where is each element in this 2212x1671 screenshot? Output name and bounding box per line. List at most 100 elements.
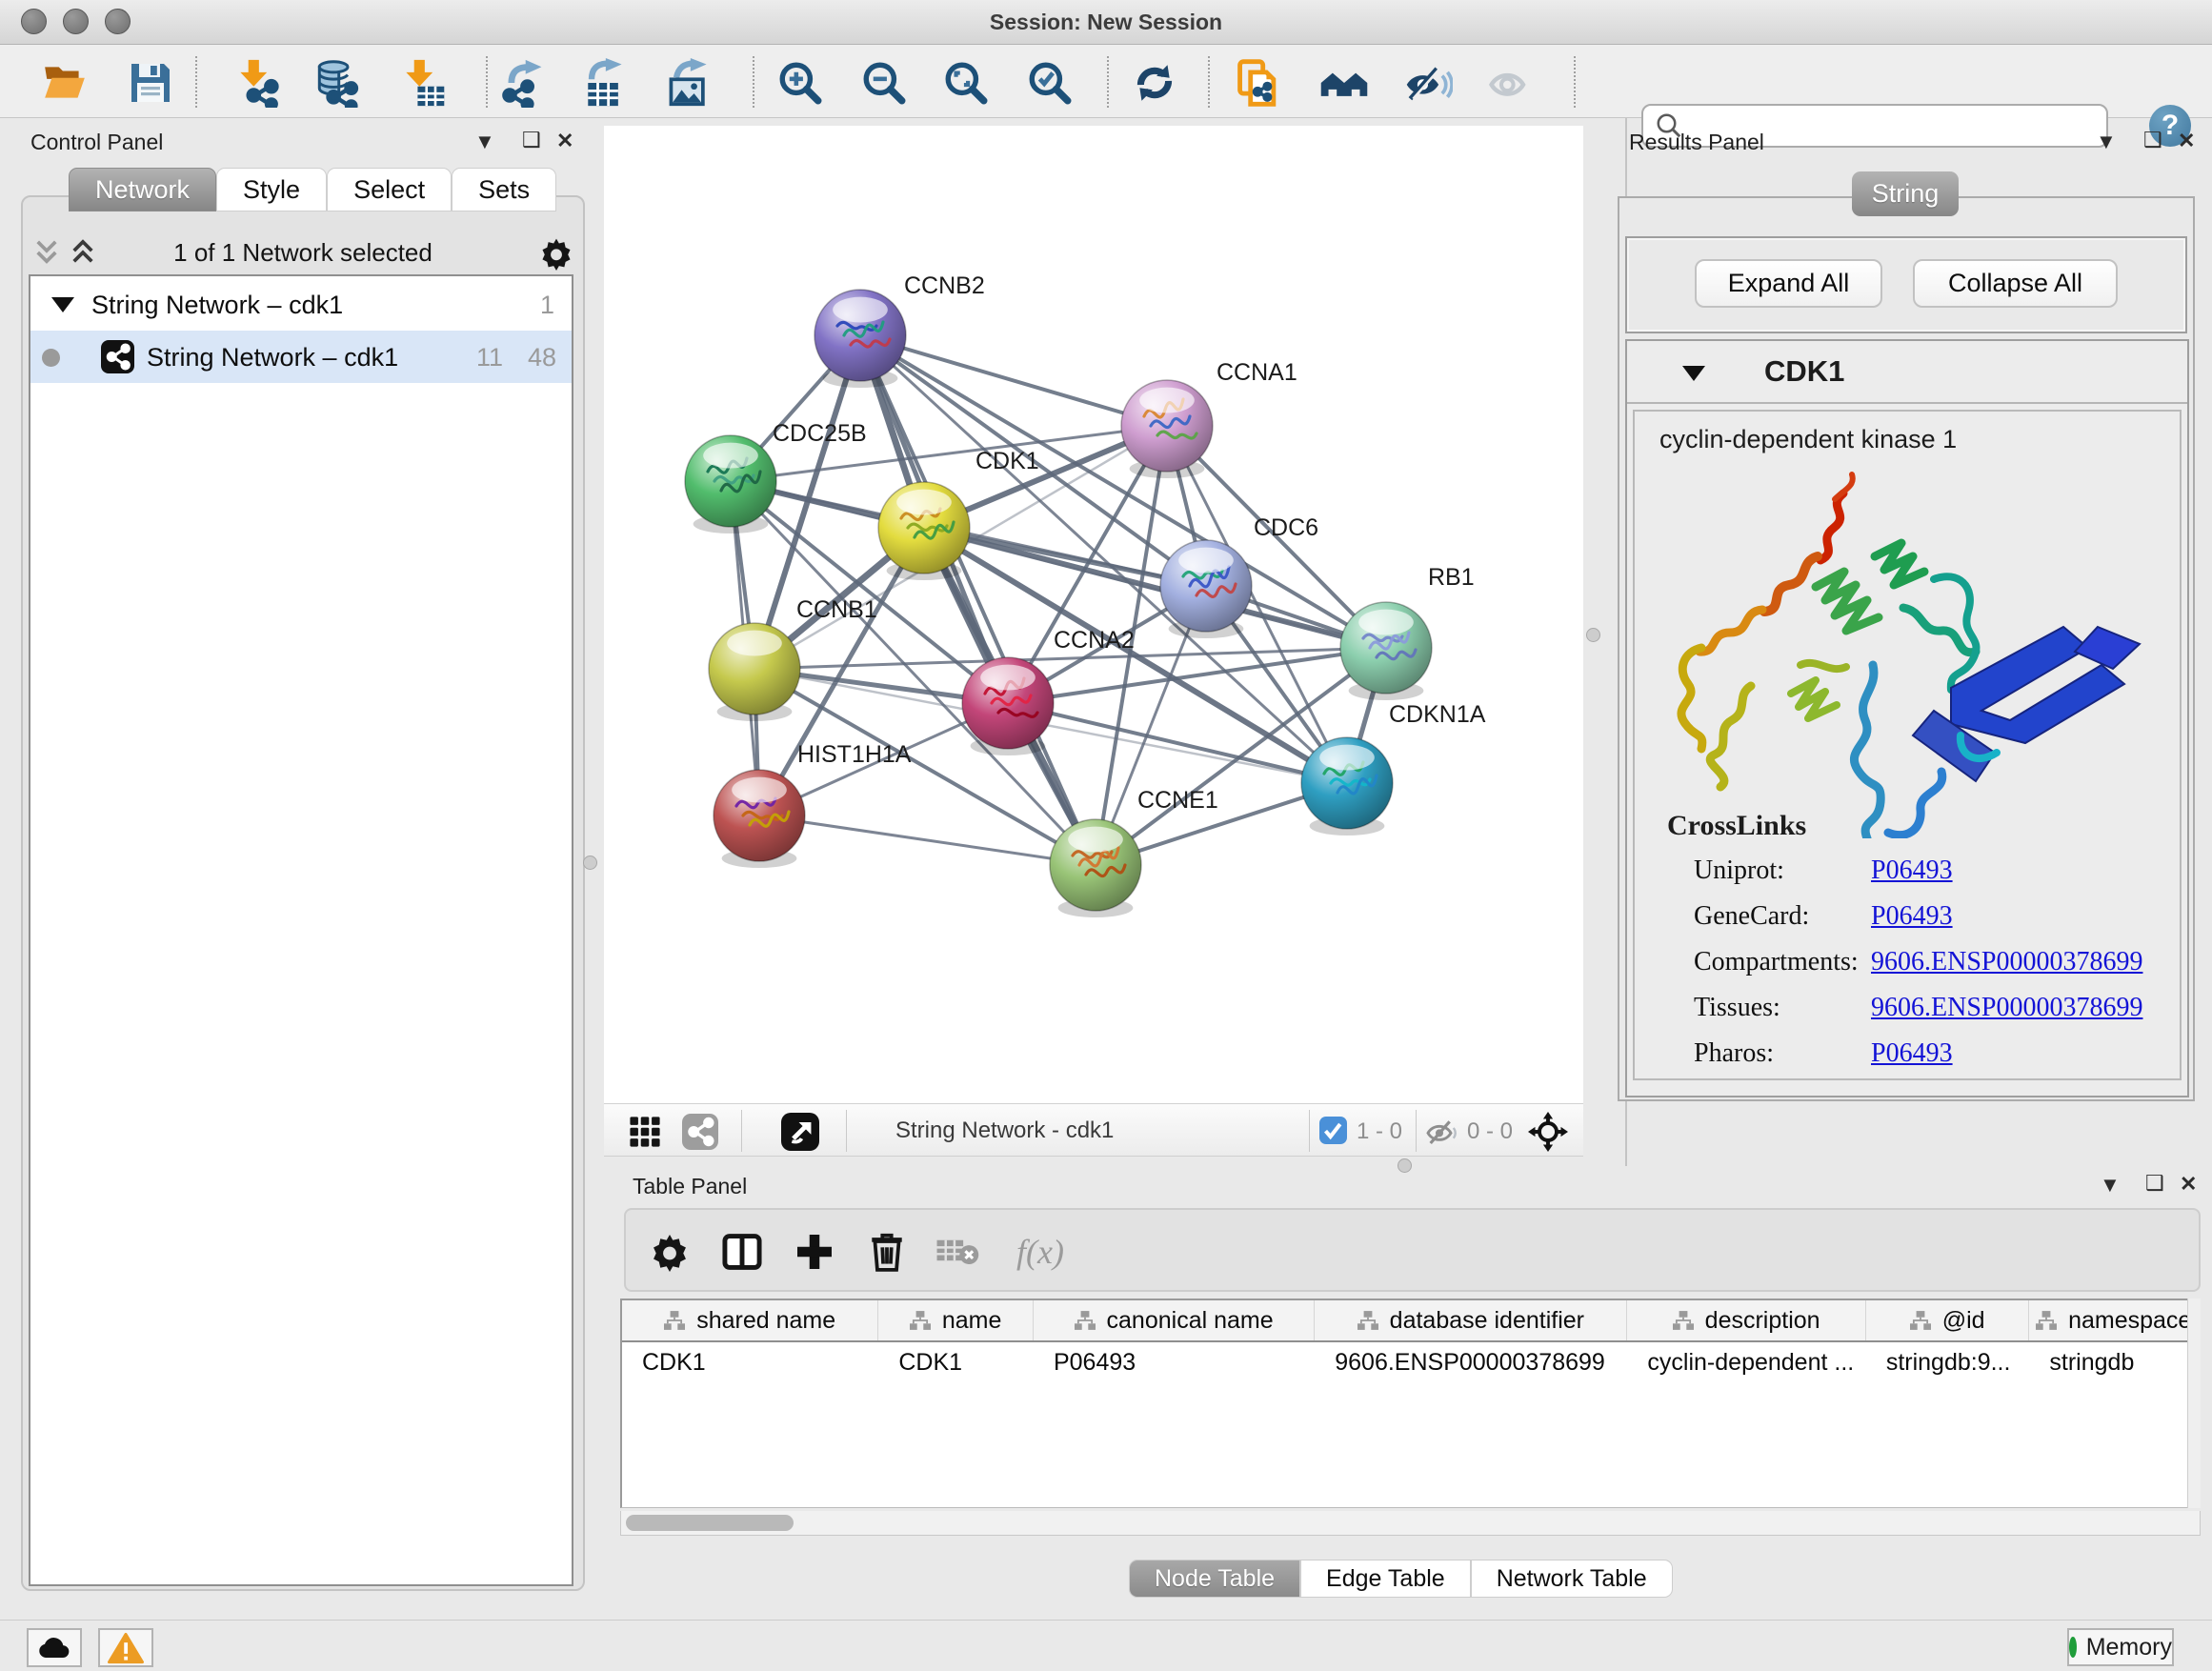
table-panel-close-button[interactable]: ✕ — [2180, 1172, 2197, 1197]
tab-edge-table[interactable]: Edge Table — [1300, 1560, 1471, 1598]
cell[interactable]: P06493 — [1034, 1342, 1315, 1384]
export-table-button[interactable] — [579, 58, 629, 108]
cell[interactable]: stringdb:9... — [1866, 1342, 2030, 1384]
zoom-in-button[interactable] — [775, 58, 825, 108]
hide-selected-button[interactable] — [1403, 58, 1453, 108]
selected-nodes-checkbox[interactable] — [1319, 1117, 1347, 1144]
crosslink-link[interactable]: 9606.ENSP00000378699 — [1871, 993, 2142, 1022]
network-collection-row[interactable]: String Network – cdk1 1 — [30, 278, 572, 331]
node-CCNA1[interactable]: CCNA1 — [1121, 359, 1297, 478]
gene-section-header[interactable]: CDK1 — [1627, 341, 2187, 404]
column-header-id[interactable]: @id — [1866, 1300, 2030, 1340]
column-header-namespace[interactable]: namespace — [2029, 1300, 2199, 1340]
collection-expander-icon[interactable] — [51, 295, 74, 314]
gene-expander-icon[interactable] — [1682, 364, 1705, 383]
node-CCNB1[interactable]: CCNB1 — [709, 596, 877, 721]
delete-table-button[interactable] — [933, 1227, 982, 1277]
refresh-button[interactable] — [1130, 58, 1179, 108]
save-session-button[interactable] — [126, 58, 175, 108]
node-CCNE1[interactable]: CCNE1 — [1050, 787, 1218, 917]
crosslink-link[interactable]: 9606.ENSP00000378699 — [1871, 947, 2142, 976]
warnings-button[interactable] — [98, 1628, 153, 1667]
import-table-button[interactable] — [398, 58, 448, 108]
cell[interactable]: cyclin-dependent ... — [1627, 1342, 1865, 1384]
crosslink-link[interactable]: P06493 — [1871, 1038, 1953, 1068]
node-CDKN1A[interactable]: CDKN1A — [1301, 701, 1486, 836]
horizontal-splitter-handle[interactable] — [1398, 1158, 1412, 1173]
right-splitter-handle[interactable] — [1586, 628, 1600, 642]
expand-all-button[interactable]: Expand All — [1695, 259, 1882, 308]
tab-network[interactable]: Network — [69, 168, 216, 211]
cell[interactable]: CDK1 — [622, 1342, 878, 1384]
add-column-button[interactable] — [790, 1227, 839, 1277]
zoom-fit-button[interactable] — [941, 58, 991, 108]
edge-CCNB2-CCNE1[interactable] — [860, 335, 1096, 865]
tab-string[interactable]: String — [1852, 171, 1959, 216]
crosslink-link[interactable]: P06493 — [1871, 901, 1953, 931]
export-network-button[interactable] — [497, 58, 547, 108]
node-RB1[interactable]: RB1 — [1340, 564, 1475, 700]
memory-button[interactable]: Memory — [2067, 1628, 2174, 1666]
clone-network-button[interactable] — [1235, 58, 1284, 108]
column-header-description[interactable]: description — [1627, 1300, 1865, 1340]
control-panel-float-button[interactable]: ❑ — [522, 128, 541, 152]
birdseye-view-button[interactable] — [781, 1113, 819, 1151]
import-network-from-database-button[interactable] — [311, 58, 360, 108]
zoom-out-button[interactable] — [859, 58, 909, 108]
node-CDC6[interactable]: CDC6 — [1160, 514, 1318, 638]
crosslink-row: Pharos:P06493 — [1694, 1038, 2170, 1069]
show-columns-button[interactable] — [717, 1227, 767, 1277]
scrollbar-thumb[interactable] — [626, 1515, 794, 1531]
column-header-canonicalname[interactable]: canonical name — [1034, 1300, 1315, 1340]
cell[interactable]: stringdb — [2029, 1342, 2199, 1384]
table-panel-float-button[interactable]: ❑ — [2145, 1171, 2164, 1196]
grid-view-icon[interactable] — [629, 1116, 661, 1148]
edge-CCNB2-CCNA1[interactable] — [860, 335, 1167, 426]
function-builder-button[interactable]: f(x) — [999, 1227, 1081, 1277]
results-panel-menu-arrow[interactable]: ▼ — [2096, 130, 2117, 154]
control-panel-menu-arrow[interactable]: ▼ — [474, 130, 495, 154]
left-splitter-handle[interactable] — [583, 856, 597, 870]
control-panel-close-button[interactable]: ✕ — [556, 129, 573, 153]
open-session-button[interactable] — [40, 58, 90, 108]
table-toolbar: f(x) — [624, 1208, 2201, 1292]
save-disk-icon — [128, 60, 173, 106]
fit-selected-crosshair-icon[interactable] — [1528, 1112, 1568, 1152]
show-all-networks-button[interactable] — [1319, 58, 1369, 108]
results-panel-close-button[interactable]: ✕ — [2178, 129, 2195, 153]
show-hidden-button[interactable] — [1486, 58, 1536, 108]
node-HIST1H1A[interactable]: HIST1H1A — [714, 741, 912, 868]
table-horizontal-scrollbar[interactable] — [620, 1511, 2201, 1536]
tab-select[interactable]: Select — [327, 168, 452, 211]
table-settings-button[interactable] — [645, 1227, 694, 1277]
import-network-button[interactable] — [232, 58, 282, 108]
edge-CDK1-RB1[interactable] — [924, 528, 1386, 648]
cell[interactable]: CDK1 — [878, 1342, 1034, 1384]
delete-column-button[interactable] — [862, 1227, 912, 1277]
tab-network-table[interactable]: Network Table — [1471, 1560, 1673, 1598]
cell[interactable]: 9606.ENSP00000378699 — [1315, 1342, 1627, 1384]
cloud-button[interactable] — [27, 1628, 82, 1667]
gear-icon[interactable] — [539, 236, 573, 271]
table-vertical-scrollbar[interactable] — [2187, 1299, 2201, 1508]
tab-sets[interactable]: Sets — [452, 168, 556, 211]
table-row[interactable]: CDK1CDK1P064939606.ENSP00000378699cyclin… — [622, 1342, 2199, 1384]
column-header-databaseidentifier[interactable]: database identifier — [1315, 1300, 1627, 1340]
network-canvas[interactable]: CCNB2CCNA1CDC25BCDK1CDC6RB1CCNB1CCNA2CDK… — [604, 126, 1583, 1103]
column-header-name[interactable]: name — [878, 1300, 1034, 1340]
crosslink-link[interactable]: P06493 — [1871, 856, 1953, 885]
results-panel-float-button[interactable]: ❑ — [2143, 128, 2162, 152]
zoom-selected-button[interactable] — [1025, 58, 1075, 108]
tab-node-table[interactable]: Node Table — [1129, 1560, 1300, 1598]
column-header-sharedname[interactable]: shared name — [622, 1300, 878, 1340]
network-view-badge[interactable] — [682, 1114, 718, 1150]
tab-style[interactable]: Style — [216, 168, 327, 211]
column-type-icon — [664, 1311, 685, 1330]
table-panel-menu-arrow[interactable]: ▼ — [2100, 1173, 2121, 1198]
export-image-button[interactable] — [664, 58, 714, 108]
edge-HIST1H1A-CCNE1[interactable] — [759, 815, 1096, 865]
network-row-selected[interactable]: String Network – cdk1 11 48 — [30, 331, 572, 383]
node-label: RB1 — [1428, 564, 1475, 591]
collapse-all-button[interactable]: Collapse All — [1913, 259, 2118, 308]
crosslink-row: Tissues:9606.ENSP00000378699 — [1694, 993, 2170, 1023]
